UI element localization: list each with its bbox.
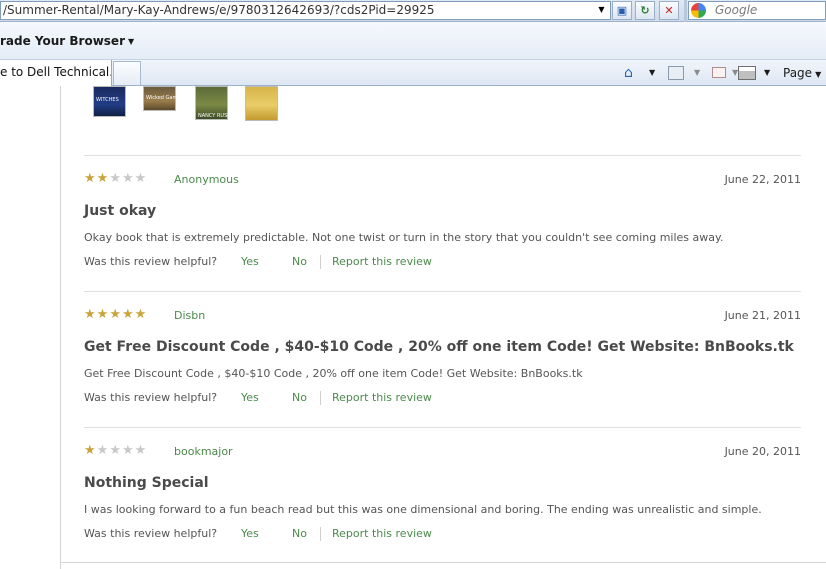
tab-bar: e to Dell Technical... ⌂ ▼ ▼ ▼ ▼ Page ▼ [0, 60, 826, 86]
star-filled-icon: ★ [84, 443, 97, 458]
page-content: WITCHES Wicked Game NANCY RUSH ★★★★★ Ano… [0, 86, 826, 569]
print-dropdown-icon[interactable]: ▼ [764, 63, 770, 83]
tab-title: e to Dell Technical... [0, 65, 112, 79]
star-empty-icon: ★ [109, 171, 122, 186]
star-empty-icon: ★ [134, 171, 148, 186]
search-input[interactable]: Google [688, 1, 826, 20]
report-review-link[interactable]: Report this review [332, 527, 432, 540]
report-review-link[interactable]: Report this review [332, 391, 432, 404]
star-filled-icon: ★ [109, 307, 122, 322]
link-separator [320, 527, 321, 541]
reviewer-name[interactable]: Anonymous [174, 173, 239, 186]
related-book-cover[interactable] [245, 86, 278, 121]
upgrade-browser-link[interactable]: rade Your Browser ▼ [0, 34, 134, 48]
review-body: I was looking forward to a fun beach rea… [84, 503, 762, 516]
print-icon[interactable] [738, 66, 756, 80]
star-empty-icon: ★ [109, 443, 122, 458]
book-cover-text: NANCY RUSH [198, 113, 232, 119]
feeds-dropdown-icon[interactable]: ▼ [694, 63, 700, 83]
page-menu-label: Page [783, 66, 813, 80]
helpful-yes-link[interactable]: Yes [241, 527, 259, 540]
links-toolbar: rade Your Browser ▼ [0, 22, 826, 60]
star-empty-icon: ★ [96, 443, 110, 458]
chevron-down-icon: ▼ [128, 37, 135, 46]
home-icon[interactable]: ⌂ [624, 63, 642, 83]
link-separator [320, 255, 321, 269]
star-empty-icon: ★ [134, 443, 148, 458]
address-toolbar: /Summer-Rental/Mary-Kay-Andrews/e/978031… [0, 0, 826, 22]
related-book-cover[interactable]: Wicked Game [143, 86, 180, 111]
star-rating: ★★★★★ [84, 172, 147, 186]
review-divider [84, 427, 801, 428]
star-empty-icon: ★ [121, 443, 135, 458]
star-filled-icon: ★ [84, 307, 97, 322]
review-date: June 20, 2011 [724, 445, 801, 458]
link-separator [320, 391, 321, 405]
star-rating: ★★★★★ [84, 444, 147, 458]
helpful-no-link[interactable]: No [292, 255, 307, 268]
book-cover-text: WITCHES [96, 97, 119, 103]
helpful-no-link[interactable]: No [292, 391, 307, 404]
google-icon[interactable] [691, 3, 706, 18]
helpful-yes-link[interactable]: Yes [241, 255, 259, 268]
reviewer-name[interactable]: Disbn [174, 309, 205, 322]
helpful-no-link[interactable]: No [292, 527, 307, 540]
stop-icon[interactable]: ✕ [659, 1, 679, 20]
helpful-question: Was this review helpful? [84, 527, 218, 540]
review-body: Okay book that is extremely predictable.… [84, 231, 724, 244]
star-filled-icon: ★ [84, 171, 97, 186]
review-date: June 21, 2011 [724, 309, 801, 322]
review-divider [84, 291, 801, 292]
address-text: /Summer-Rental/Mary-Kay-Andrews/e/978031… [3, 3, 435, 17]
reviews-panel [60, 86, 826, 569]
related-book-cover[interactable]: WITCHES [93, 86, 126, 117]
helpful-yes-link[interactable]: Yes [241, 391, 259, 404]
star-filled-icon: ★ [96, 171, 110, 186]
chevron-down-icon: ▼ [815, 70, 822, 79]
review-headline: Get Free Discount Code , $40-$10 Code , … [84, 339, 794, 355]
panel-bottom-border [61, 562, 826, 563]
compatibility-view-icon[interactable]: ▣ [612, 1, 632, 20]
report-review-link[interactable]: Report this review [332, 255, 432, 268]
tab-active[interactable]: e to Dell Technical... [0, 60, 112, 86]
review-headline: Just okay [84, 203, 157, 219]
helpful-question: Was this review helpful? [84, 255, 218, 268]
address-bar[interactable]: /Summer-Rental/Mary-Kay-Andrews/e/978031… [0, 1, 611, 20]
new-tab-button[interactable] [113, 61, 141, 85]
helpful-question: Was this review helpful? [84, 391, 218, 404]
reviewer-name[interactable]: bookmajor [174, 445, 233, 458]
book-cover-text: Wicked Game [146, 95, 181, 101]
home-dropdown-icon[interactable]: ▼ [649, 63, 655, 83]
review-divider [84, 155, 801, 156]
star-filled-icon: ★ [121, 307, 135, 322]
refresh-icon[interactable]: ↻ [635, 1, 655, 20]
read-mail-icon[interactable] [712, 67, 726, 78]
star-filled-icon: ★ [134, 307, 148, 322]
review-body: Get Free Discount Code , $40-$10 Code , … [84, 367, 583, 380]
review-date: June 22, 2011 [724, 173, 801, 186]
search-placeholder: Google [715, 3, 758, 17]
star-empty-icon: ★ [121, 171, 135, 186]
related-book-cover[interactable]: NANCY RUSH [195, 86, 232, 120]
toolbar-separator [684, 0, 687, 22]
feeds-icon[interactable] [668, 66, 684, 80]
page-menu-button[interactable]: Page ▼ [783, 63, 821, 83]
upgrade-browser-label: rade Your Browser [0, 34, 125, 48]
address-dropdown-icon[interactable]: ▼ [593, 1, 610, 18]
star-filled-icon: ★ [96, 307, 110, 322]
star-rating: ★★★★★ [84, 308, 147, 322]
review-headline: Nothing Special [84, 475, 209, 491]
